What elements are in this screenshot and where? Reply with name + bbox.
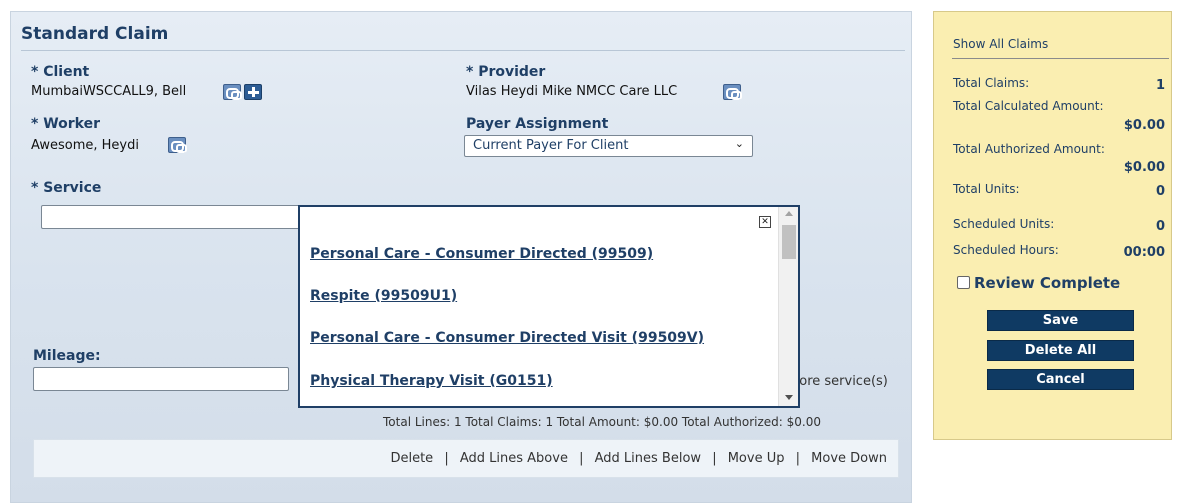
- scheduled-units-value: 0: [1155, 219, 1165, 234]
- service-option[interactable]: Personal Care - Consumer Directed (99509…: [310, 246, 653, 262]
- total-units-label: Total Units:: [953, 182, 1020, 196]
- delete-line-link[interactable]: Delete: [390, 451, 433, 466]
- action-separator: |: [795, 451, 801, 466]
- service-option[interactable]: Physical Therapy Visit (G0151): [310, 373, 553, 389]
- delete-all-button[interactable]: Delete All: [987, 340, 1134, 361]
- service-input[interactable]: [41, 205, 301, 229]
- payer-assignment-select[interactable]: Current Payer For Client ⌄: [464, 135, 753, 157]
- worker-lookup-icon[interactable]: [168, 137, 187, 153]
- total-authorized-value: $0.00: [1123, 160, 1165, 175]
- action-separator: |: [444, 451, 449, 466]
- action-separator: |: [712, 451, 717, 466]
- move-up-link[interactable]: Move Up: [728, 451, 785, 466]
- client-value: MumbaiWSCCALL9, Bell: [31, 84, 187, 99]
- service-suggestion-popup: Personal Care - Consumer Directed (99509…: [298, 205, 800, 408]
- line-actions-bar: Delete | Add Lines Above | Add Lines Bel…: [33, 439, 899, 478]
- client-add-icon[interactable]: [244, 84, 262, 100]
- client-lookup-icon[interactable]: [223, 84, 242, 100]
- title-divider: [21, 50, 905, 51]
- payer-assignment-label: Payer Assignment: [466, 116, 609, 132]
- service-option[interactable]: Respite (99509U1): [310, 288, 457, 304]
- client-label: * Client: [31, 64, 90, 80]
- total-units-value: 0: [1155, 184, 1165, 199]
- review-complete-toggle[interactable]: Review Complete: [957, 274, 1120, 292]
- review-complete-checkbox[interactable]: [957, 276, 970, 289]
- provider-label: * Provider: [466, 64, 546, 80]
- mileage-input[interactable]: [33, 367, 289, 391]
- scroll-thumb[interactable]: [782, 225, 796, 259]
- save-button[interactable]: Save: [987, 310, 1134, 331]
- payer-selected-value: Current Payer For Client: [473, 138, 629, 153]
- total-calculated-value: $0.00: [1123, 118, 1165, 133]
- line-actions: Delete | Add Lines Above | Add Lines Bel…: [390, 451, 887, 466]
- worker-label: * Worker: [31, 116, 100, 132]
- scheduled-hours-value: 00:00: [1123, 245, 1165, 260]
- scroll-down-arrow-icon[interactable]: [785, 395, 793, 400]
- total-authorized-label: Total Authorized Amount:: [953, 142, 1105, 156]
- show-all-claims-link[interactable]: Show All Claims: [953, 37, 1048, 51]
- chevron-down-icon: ⌄: [734, 137, 744, 150]
- provider-value: Vilas Heydi Mike NMCC Care LLC: [466, 84, 678, 99]
- service-option[interactable]: Personal Care - Consumer Directed Visit …: [310, 330, 704, 346]
- move-down-link[interactable]: Move Down: [811, 451, 887, 466]
- worker-value: Awesome, Heydi: [31, 138, 139, 153]
- review-complete-label: Review Complete: [974, 274, 1121, 292]
- add-lines-below-link[interactable]: Add Lines Below: [595, 451, 701, 466]
- scheduled-units-label: Scheduled Units:: [953, 217, 1055, 231]
- more-services-link[interactable]: nore service(s): [791, 374, 888, 389]
- total-calculated-label: Total Calculated Amount:: [953, 99, 1104, 113]
- service-label: * Service: [31, 180, 102, 196]
- scroll-up-arrow-icon[interactable]: [785, 211, 793, 216]
- popup-scrollbar[interactable]: [778, 207, 798, 406]
- provider-lookup-icon[interactable]: [723, 84, 742, 100]
- scheduled-hours-label: Scheduled Hours:: [953, 243, 1059, 257]
- action-separator: |: [579, 451, 584, 466]
- mileage-label: Mileage:: [33, 348, 101, 364]
- page-root: Standard Claim * Client MumbaiWSCCALL9, …: [0, 0, 1191, 503]
- cancel-button[interactable]: Cancel: [987, 369, 1134, 390]
- page-title: Standard Claim: [21, 24, 169, 44]
- total-claims-label: Total Claims:: [953, 76, 1030, 90]
- claims-summary-panel: Show All Claims Total Claims: 1 Total Ca…: [933, 11, 1172, 440]
- close-icon[interactable]: [759, 216, 771, 228]
- total-claims-value: 1: [1155, 78, 1165, 93]
- claim-totals-line: Total Lines: 1 Total Claims: 1 Total Amo…: [383, 415, 821, 429]
- summary-divider: [952, 58, 1169, 59]
- add-lines-above-link[interactable]: Add Lines Above: [460, 451, 568, 466]
